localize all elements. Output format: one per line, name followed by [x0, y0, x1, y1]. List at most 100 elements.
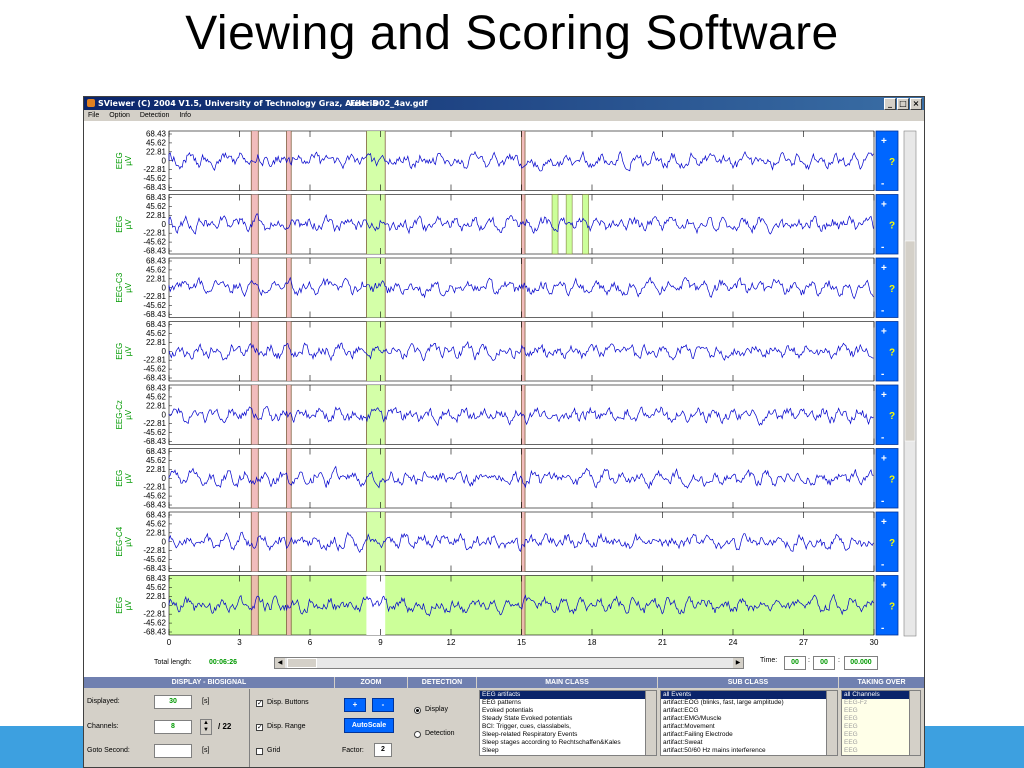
list-scrollbar[interactable]: [645, 691, 656, 755]
event-marker[interactable]: [251, 385, 259, 445]
event-marker[interactable]: [366, 512, 386, 572]
event-marker[interactable]: [366, 194, 386, 255]
zoom-in-button[interactable]: +: [344, 698, 366, 712]
time-hours-field[interactable]: 00: [784, 656, 806, 670]
channels-field[interactable]: 8: [154, 720, 192, 734]
total-length-value: 00:06:26: [209, 659, 238, 666]
menu-file[interactable]: File: [88, 112, 99, 119]
list-item[interactable]: EEG patterns: [480, 699, 656, 707]
event-marker[interactable]: [551, 194, 559, 255]
main-class-panel-header: MAIN CLASS: [477, 677, 657, 688]
list-scrollbar[interactable]: [909, 691, 920, 755]
display-panel-header: DISPLAY - BIOSIGNAL: [84, 677, 334, 688]
event-marker[interactable]: [521, 512, 526, 572]
disp-buttons-checkbox[interactable]: ✓: [256, 700, 263, 707]
channel-minus-button[interactable]: -: [881, 496, 884, 507]
scroll-thumb[interactable]: [287, 658, 317, 668]
list-item[interactable]: artifact:Failing Electrode: [661, 731, 837, 739]
list-item[interactable]: Evoked potentials: [480, 707, 656, 715]
channel-plus-button[interactable]: +: [881, 517, 887, 528]
channel-plus-button[interactable]: +: [881, 327, 887, 338]
channel-minus-button[interactable]: -: [881, 242, 884, 253]
list-item[interactable]: BCI: Trigger, cues, classlabels,: [480, 723, 656, 731]
list-scrollbar[interactable]: [826, 691, 837, 755]
signal-plot-area: 68.43 45.62 22.81 0 -22.81 -45.62 -68.43 EEG µV +…: [84, 121, 924, 681]
list-item[interactable]: Steady State Evoked potentials: [480, 715, 656, 723]
event-marker[interactable]: [521, 321, 526, 382]
event-marker[interactable]: [521, 131, 526, 191]
event-marker[interactable]: [286, 575, 292, 636]
maximize-button[interactable]: □: [897, 98, 909, 110]
grid-checkbox[interactable]: [256, 748, 263, 755]
main-class-list[interactable]: EEG artifacts EEG patterns Evoked potentia…: [479, 690, 657, 756]
goto-second-field[interactable]: [154, 744, 192, 758]
list-item[interactable]: Sleep stages according to Rechtschaffen&…: [480, 739, 656, 747]
time-seconds-field[interactable]: 00.000: [844, 656, 878, 670]
time-scrollbar[interactable]: ◀ ▶: [274, 657, 744, 669]
list-item[interactable]: Sleep-related Respiratory Events: [480, 731, 656, 739]
zoom-factor-field[interactable]: 2: [374, 743, 392, 757]
channel-minus-button[interactable]: -: [881, 623, 884, 634]
time-minutes-field[interactable]: 00: [813, 656, 835, 670]
disp-range-checkbox[interactable]: ✓: [256, 724, 263, 731]
window-titlebar[interactable]: SViewer (C) 2004 V1.5, University of Tec…: [84, 97, 924, 110]
detection-radio[interactable]: [414, 731, 421, 738]
channel-help-button[interactable]: ?: [889, 601, 895, 612]
event-marker[interactable]: [366, 321, 386, 382]
event-marker[interactable]: [366, 131, 386, 191]
scroll-right-arrow[interactable]: ▶: [733, 658, 743, 668]
list-item[interactable]: artifact:Sweat: [661, 739, 837, 747]
channel-plus-button[interactable]: +: [881, 263, 887, 274]
vertical-scroll-thumb[interactable]: [904, 240, 916, 442]
signal-plot[interactable]: 68.4345.6222.810-22.81-45.62-68.43EEG µV+…: [84, 121, 924, 656]
list-item[interactable]: artifact:50/60 Hz mains interference: [661, 747, 837, 755]
channel-help-button[interactable]: ?: [889, 157, 895, 168]
channels-spinner[interactable]: ▲ ▼: [200, 719, 212, 735]
channel-help-button[interactable]: ?: [889, 284, 895, 295]
channel-plus-button[interactable]: +: [881, 454, 887, 465]
channel-minus-button[interactable]: -: [881, 560, 884, 571]
displayed-seconds-field[interactable]: 30: [154, 695, 192, 709]
list-item[interactable]: Sleep: [480, 747, 656, 755]
channel-minus-button[interactable]: -: [881, 306, 884, 317]
autoscale-button[interactable]: AutoScale: [344, 718, 394, 733]
scroll-left-arrow[interactable]: ◀: [275, 658, 285, 668]
channel-help-button[interactable]: ?: [889, 411, 895, 422]
minimize-button[interactable]: _: [884, 98, 896, 110]
list-item[interactable]: artifact:EMG/Muscle: [661, 715, 837, 723]
event-marker[interactable]: [366, 258, 386, 318]
event-marker[interactable]: [251, 448, 259, 509]
channel-plus-button[interactable]: +: [881, 200, 887, 211]
channel-plus-button[interactable]: +: [881, 581, 887, 592]
event-marker[interactable]: [582, 194, 589, 255]
menu-option[interactable]: Option: [109, 112, 130, 119]
y-tick-label: 0: [162, 474, 167, 483]
event-marker[interactable]: [286, 258, 292, 318]
menu-detection[interactable]: Detection: [140, 112, 170, 119]
window-file-name: File: D02_4av.gdf: [350, 99, 428, 108]
list-item[interactable]: all Events: [661, 691, 837, 699]
channel-help-button[interactable]: ?: [889, 347, 895, 358]
event-marker[interactable]: [286, 448, 292, 509]
event-marker[interactable]: [521, 575, 526, 636]
list-item[interactable]: artifact:Movement: [661, 723, 837, 731]
channel-help-button[interactable]: ?: [889, 474, 895, 485]
close-button[interactable]: ×: [910, 98, 922, 110]
event-marker[interactable]: [251, 258, 259, 318]
list-item[interactable]: EEG artifacts: [480, 691, 656, 699]
zoom-out-button[interactable]: -: [372, 698, 394, 712]
channel-plus-button[interactable]: +: [881, 136, 887, 147]
channel-help-button[interactable]: ?: [889, 538, 895, 549]
sub-class-list[interactable]: all Events artifact:EOG (blinks, fast, la…: [660, 690, 838, 756]
display-radio[interactable]: [414, 707, 421, 714]
list-item[interactable]: artifact:EOG (blinks, fast, large amplit…: [661, 699, 837, 707]
menu-info[interactable]: Info: [179, 112, 191, 119]
list-item[interactable]: artifact:ECG: [661, 707, 837, 715]
taking-over-list[interactable]: all Channels EEG-Fz EEG EEG EEG EEG EEG EEG: [841, 690, 921, 756]
channel-minus-button[interactable]: -: [881, 433, 884, 444]
channel-help-button[interactable]: ?: [889, 220, 895, 231]
event-marker[interactable]: [286, 512, 292, 572]
channel-minus-button[interactable]: -: [881, 369, 884, 380]
channel-minus-button[interactable]: -: [881, 179, 884, 190]
channel-plus-button[interactable]: +: [881, 390, 887, 401]
